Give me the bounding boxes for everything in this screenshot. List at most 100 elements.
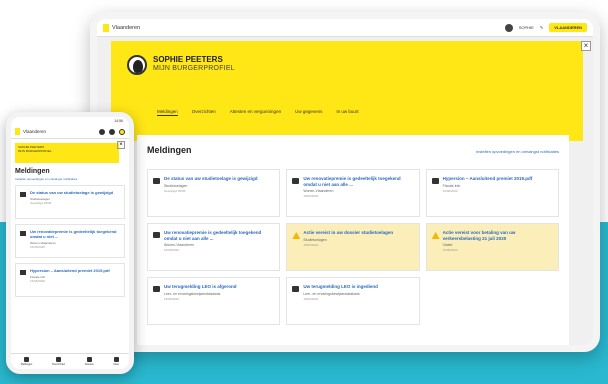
card-title[interactable]: Uw renovatiepremie is gedeeltelijk toege… [164, 230, 273, 241]
notification-card[interactable]: Uw terugmelding LEO is ingediend Leer- en… [286, 277, 420, 325]
warning-icon [292, 232, 301, 239]
phone-bottom-nav: Meldingen Overzichten Attesten Meer [11, 353, 129, 369]
card-title[interactable]: Hypersion – Aansluitend premiet 2019.pdf [30, 268, 120, 273]
nav-label: Meldingen [20, 363, 33, 366]
nav-item-meldingen[interactable]: Meldingen [20, 357, 33, 366]
folder-icon [153, 232, 160, 238]
folder-icon [431, 178, 439, 184]
brand-name[interactable]: Vlaanderen [112, 25, 140, 31]
close-icon[interactable]: × [581, 41, 591, 51]
card-title[interactable]: Uw renovatiepremie is gedeeltelijk toege… [303, 176, 412, 187]
folder-icon [153, 286, 160, 292]
card-date: 15/06/2020 [30, 245, 46, 249]
card-title[interactable]: De status van uw studietoelage is gewijz… [30, 190, 120, 195]
notification-card[interactable]: De status van uw studietoelage is gewijz… [147, 169, 281, 217]
notification-card[interactable]: Uw renovatiepremie is gedeeltelijk toege… [286, 169, 420, 217]
profile-name: SOPHIE PEETERS [153, 55, 223, 64]
settings-link[interactable]: Instellen opvoedingen en ontvangst notif… [476, 149, 559, 154]
phone-settings-link[interactable]: Instellen opvoedingen en ontvangst notif… [15, 177, 125, 181]
folder-icon [292, 286, 300, 292]
vlaanderen-logo [15, 128, 20, 135]
brand-name[interactable]: Vlaanderen [23, 129, 46, 134]
profile-subtitle: MIJN BURGERPROFIEL [153, 65, 235, 72]
card-date: Gewijzigd 25/06 [30, 201, 52, 205]
card-title[interactable]: De status van uw studietoelage is gewijz… [164, 176, 273, 182]
folder-icon [292, 178, 300, 184]
card-meta: Wonen-Vlaanderen [303, 189, 334, 194]
card-meta: Vlabel [442, 243, 453, 248]
phone-profile-hero: SOPHIE PEETERS MIJN BURGERPROFIEL [15, 143, 119, 163]
vlaanderen-logo [103, 23, 109, 32]
folder-icon [20, 270, 26, 275]
card-meta: Wonen-Vlaanderen [164, 243, 195, 248]
phone-page-title: Meldingen [15, 168, 50, 175]
tab-meldingen[interactable]: Meldingen [157, 109, 178, 116]
phone-notification-card[interactable]: De status van uw studietoelage is gewijz… [15, 185, 125, 219]
tab-attesten[interactable]: Attesten en vergunningen [230, 109, 281, 116]
notifications-grid: De status van uw studietoelage is gewijz… [147, 169, 559, 325]
tab-overzichten[interactable]: Overzichten [192, 109, 216, 116]
card-meta: Studietoelagen [303, 237, 327, 242]
vlaanderen-button[interactable]: VLAANDEREN [549, 23, 587, 32]
user-name[interactable]: SOPHIE [519, 25, 534, 30]
notification-card[interactable]: Uw renovatiepremie is gedeeltelijk toege… [147, 223, 281, 271]
folder-icon [20, 231, 26, 236]
phone-device: 14:56 Vlaanderen × SOPHIE PEETERS MIJN B… [6, 112, 134, 374]
action-required-card[interactable]: Actie vereist in uw dossier studietoelag… [286, 223, 420, 271]
phone-status-bar: 14:56 [11, 117, 129, 125]
phone-profile-subtitle: MIJN BURGERPROFIEL [18, 149, 52, 154]
folder-icon [20, 192, 26, 197]
phone-notification-card[interactable]: Uw renovatiepremie is gedeeltelijk toege… [15, 224, 125, 258]
phone-notification-card[interactable]: Hypersion – Aansluitend premiet 2019.pdf… [15, 263, 125, 297]
card-title[interactable]: Uw renovatiepremie is gedeeltelijk toege… [30, 229, 120, 239]
tab-gegevens[interactable]: Uw gegevens [295, 109, 322, 116]
card-date: 15/06/2020 [303, 194, 319, 199]
card-meta: Leer- en ervaringsbewijsendatabank [164, 291, 221, 296]
close-icon[interactable]: × [117, 141, 125, 149]
card-meta: Studietoelagen [164, 183, 188, 188]
link-icon[interactable]: ✎ [540, 25, 543, 30]
bell-icon [24, 357, 30, 362]
card-date: 15/06/2020 [30, 279, 46, 283]
more-icon [113, 357, 119, 362]
tablet-device: Vlaanderen SOPHIE ✎ VLAANDEREN × SOPHIE … [90, 12, 600, 352]
card-date: 15/06/2020 [442, 248, 458, 253]
profile-tabs: Meldingen Overzichten Attesten en vergun… [157, 109, 359, 116]
user-avatar-icon[interactable] [504, 23, 513, 32]
tab-buurt[interactable]: In uw buurt [336, 109, 358, 116]
nav-item-overzichten[interactable]: Overzichten [52, 357, 65, 366]
card-date: 15/06/2020 [303, 242, 319, 247]
tablet-topbar: Vlaanderen SOPHIE ✎ VLAANDEREN [97, 19, 593, 37]
card-meta: Leer- en ervaringsbewijsendatabank [303, 291, 360, 296]
card-title[interactable]: Uw terugmelding LEO is ingediend [303, 284, 412, 290]
notification-card[interactable]: Uw terugmelding LEO is afgerond Leer- en … [147, 277, 281, 325]
list-icon [56, 357, 62, 362]
card-title[interactable]: Hypersion – Aansluitend premiet 2019.pdf [443, 176, 552, 182]
card-date: 15/06/2020 [164, 248, 180, 253]
card-date: 15/06/2020 [164, 296, 180, 301]
card-date: Gewijzigd 25/06 [164, 188, 186, 193]
menu-icon[interactable] [119, 128, 125, 135]
notification-card[interactable]: Hypersion – Aansluitend premiet 2019.pdf… [425, 169, 559, 217]
nav-label: Meer [113, 363, 120, 366]
profile-avatar [127, 55, 147, 75]
nav-item-meer[interactable]: Meer [113, 357, 119, 366]
card-title[interactable]: Uw terugmelding LEO is afgerond [164, 284, 273, 290]
action-required-card[interactable]: Actie vereist voor betaling van uw verke… [425, 223, 559, 271]
status-time: 14:56 [114, 119, 123, 123]
user-avatar-icon[interactable] [99, 128, 105, 135]
nav-item-attesten[interactable]: Attesten [85, 357, 94, 366]
card-title[interactable]: Actie vereist voor betaling van uw verke… [443, 230, 552, 241]
document-icon [86, 357, 92, 362]
card-date: 15/06/2020 [303, 296, 319, 301]
notifications-panel: Meldingen Instellen opvoedingen en ontva… [137, 135, 569, 345]
warning-icon [431, 232, 440, 239]
card-meta: Fiscale info [442, 183, 461, 188]
card-date: 15/06/2020 [442, 188, 458, 193]
nav-label: Overzichten [51, 363, 66, 366]
phone-topbar: Vlaanderen [11, 125, 129, 139]
card-title[interactable]: Actie vereist in uw dossier studietoelag… [303, 230, 412, 236]
folder-icon [153, 178, 160, 184]
nav-label: Attesten [84, 363, 94, 366]
link-icon[interactable] [109, 128, 115, 135]
